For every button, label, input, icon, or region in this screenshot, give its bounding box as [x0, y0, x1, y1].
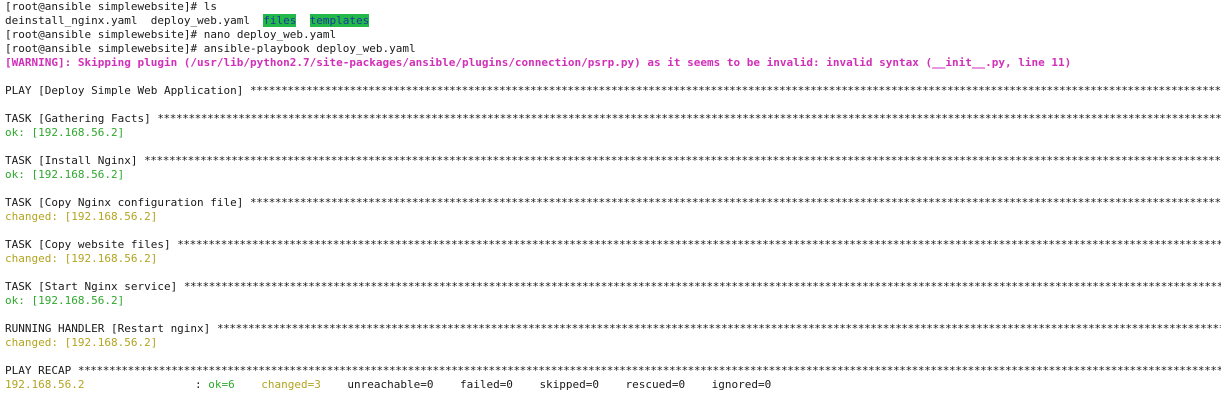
task-header: TASK [Start Nginx service] *************… — [5, 280, 1221, 293]
task-result: changed: [192.168.56.2] — [5, 252, 158, 265]
recap-unreachable: unreachable=0 — [347, 378, 434, 391]
play-header: PLAY [Deploy Simple Web Application] ***… — [5, 84, 1221, 97]
recap-header: PLAY RECAP *****************************… — [5, 364, 1221, 377]
recap-failed: failed=0 — [459, 378, 513, 391]
recap-changed: changed=3 — [261, 378, 321, 391]
command-text: ls — [203, 0, 217, 13]
task-header: TASK [Gathering Facts] *****************… — [5, 112, 1221, 125]
recap-rescued: rescued=0 — [625, 378, 686, 391]
task-result: changed: [192.168.56.2] — [5, 336, 158, 349]
task-header: TASK [Install Nginx] *******************… — [5, 154, 1221, 167]
directory-entry: files — [263, 14, 297, 27]
recap-ignored: ignored=0 — [711, 378, 772, 391]
task-result: ok: [192.168.56.2] — [5, 126, 125, 139]
prompt-line: [root@ansible simplewebsite]# ls — [5, 0, 217, 13]
warning-line: [WARNING]: Skipping plugin (/usr/lib/pyt… — [5, 56, 1072, 69]
command-text: ansible-playbook deploy_web.yaml — [203, 42, 416, 55]
file-entry: deinstall_nginx.yaml — [5, 14, 138, 27]
task-result: ok: [192.168.56.2] — [5, 168, 125, 181]
terminal-window[interactable]: [root@ansible simplewebsite]# ls deinsta… — [0, 0, 1221, 403]
task-header: TASK [Copy website files] **************… — [5, 238, 1221, 251]
task-list: TASK [Gathering Facts] *****************… — [5, 112, 1221, 364]
file-entry: deploy_web.yaml — [150, 14, 251, 27]
recap-ok: ok=6 — [208, 378, 235, 391]
directory-entry: templates — [309, 14, 370, 27]
task-header: RUNNING HANDLER [Restart nginx] ********… — [5, 322, 1221, 335]
prompt-line: [root@ansible simplewebsite]# ansible-pl… — [5, 42, 416, 55]
task-result: changed: [192.168.56.2] — [5, 210, 158, 223]
prompt-line: [root@ansible simplewebsite]# nano deplo… — [5, 28, 337, 41]
task-result: ok: [192.168.56.2] — [5, 294, 125, 307]
task-header: TASK [Copy Nginx configuration file] ***… — [5, 196, 1221, 209]
ls-output: deinstall_nginx.yaml deploy_web.yaml fil… — [5, 14, 1221, 28]
recap-separator: : — [195, 378, 202, 391]
recap-row: 192.168.56.2: ok=6 changed=3 unreachable… — [5, 378, 1221, 392]
recap-skipped: skipped=0 — [539, 378, 600, 391]
recap-host: 192.168.56.2 — [5, 378, 85, 391]
command-text: nano deploy_web.yaml — [203, 28, 337, 41]
